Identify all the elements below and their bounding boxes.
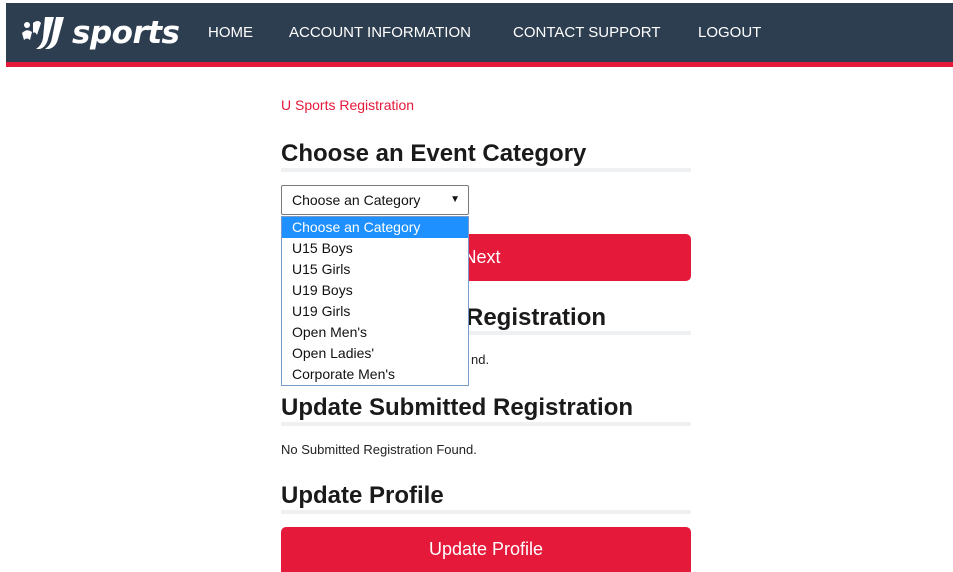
no-submitted-registration-message: No Submitted Registration Found. (281, 442, 477, 457)
brand-name: sports (72, 15, 180, 51)
update-profile-button[interactable]: Update Profile (281, 527, 691, 572)
update-submitted-divider (281, 422, 691, 426)
category-option[interactable]: U15 Boys (282, 238, 468, 259)
category-option[interactable]: U15 Girls (282, 259, 468, 280)
category-dropdown-list: Choose an Category U15 Boys U15 Girls U1… (281, 216, 469, 386)
update-profile-title: Update Profile (281, 482, 444, 509)
nav-logout-link[interactable]: LOGOUT (698, 24, 761, 42)
category-option[interactable]: Open Men's (282, 322, 468, 343)
update-profile-divider (281, 510, 691, 514)
nav-contact-support-link[interactable]: CONTACT SUPPORT (513, 24, 661, 42)
nav-home-link[interactable]: HOME (208, 24, 253, 42)
brand-logo[interactable]: sports (18, 13, 180, 53)
pending-registration-message: nd. (471, 352, 490, 367)
category-option[interactable]: Choose an Category (282, 217, 468, 238)
next-button-label: Next (463, 247, 501, 267)
category-option[interactable]: Open Ladies' (282, 343, 468, 364)
category-option[interactable]: U19 Boys (282, 280, 468, 301)
top-navbar: sports HOME ACCOUNT INFORMATION CONTACT … (6, 3, 953, 67)
u-sports-emblem-icon (22, 17, 64, 49)
category-option[interactable]: Corporate Men's (282, 364, 468, 385)
update-submitted-title: Update Submitted Registration (281, 394, 634, 421)
category-option[interactable]: U19 Girls (282, 301, 468, 322)
breadcrumb[interactable]: U Sports Registration (281, 96, 414, 114)
dropdown-arrow-icon: ▼ (450, 194, 460, 205)
category-select[interactable]: Choose an Category ▼ (281, 185, 469, 215)
category-select-value: Choose an Category (292, 192, 421, 208)
pending-registration-title: Registration (466, 304, 607, 331)
nav-account-information-link[interactable]: ACCOUNT INFORMATION (289, 24, 471, 42)
choose-category-title: Choose an Event Category (281, 140, 587, 167)
choose-category-divider (281, 168, 691, 172)
